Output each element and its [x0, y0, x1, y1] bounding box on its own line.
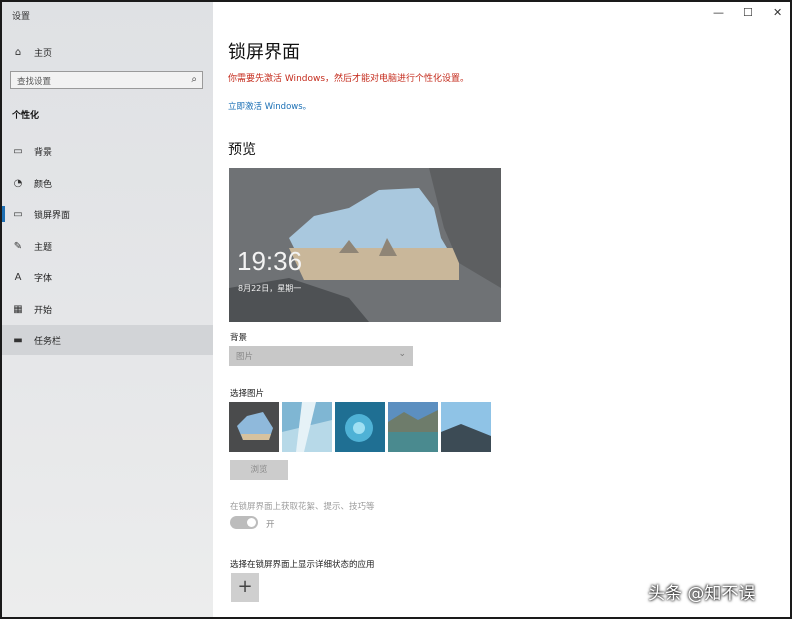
- palette-icon: ◔: [13, 177, 23, 189]
- search-placeholder: 查找设置: [17, 77, 52, 87]
- preview-heading: 预览: [228, 142, 256, 158]
- sidebar-item-label: 主题: [34, 242, 53, 253]
- sidebar-item-label: 字体: [34, 273, 53, 284]
- preview-image: [229, 168, 501, 322]
- picture-thumbnail[interactable]: [335, 402, 385, 452]
- picture-thumbnail[interactable]: [282, 402, 332, 452]
- search-input[interactable]: 查找设置 ⌕: [10, 71, 203, 89]
- fun-facts-toggle[interactable]: [230, 516, 258, 529]
- sidebar-item-label: 任务栏: [34, 336, 62, 347]
- sidebar-item-lockscreen[interactable]: ▭ 锁屏界面: [2, 199, 213, 229]
- main-panel: — ☐ ✕ 锁屏界面 你需要先激活 Windows，然后才能对电脑进行个性化设置…: [213, 2, 790, 617]
- maximize-button[interactable]: ☐: [743, 6, 753, 19]
- fun-facts-label: 在锁屏界面上获取花絮、提示、技巧等: [230, 502, 375, 512]
- ice-thumbnail-image: [282, 402, 332, 452]
- background-dropdown[interactable]: 图片 ⌄: [229, 346, 413, 366]
- page-title: 锁屏界面: [228, 42, 300, 63]
- sidebar-item-label: 开始: [34, 305, 53, 316]
- activate-windows-link[interactable]: 立即激活 Windows。: [228, 100, 311, 112]
- browse-button[interactable]: 浏览: [230, 460, 288, 480]
- activation-warning: 你需要先激活 Windows，然后才能对电脑进行个性化设置。: [228, 74, 470, 84]
- sidebar: 设置 ⌂ 主页 查找设置 ⌕ 个性化 ▭ 背景 ◔ 颜色 ▭ 锁屏界面 ✎ 主题…: [2, 2, 213, 617]
- mountain-thumbnail-image: [441, 402, 491, 452]
- watermark: 头条 @知不误: [648, 584, 756, 604]
- toggle-knob: [247, 518, 256, 527]
- taskbar-icon: ▬: [13, 334, 23, 346]
- sidebar-item-label: 颜色: [34, 179, 53, 190]
- sidebar-item-taskbar[interactable]: ▬ 任务栏: [2, 325, 213, 355]
- background-label: 背景: [230, 333, 248, 343]
- picture-thumbnail[interactable]: [441, 402, 491, 452]
- window-title: 设置: [12, 12, 31, 22]
- search-icon: ⌕: [191, 74, 197, 85]
- toggle-state: 开: [266, 520, 275, 530]
- start-icon: ▦: [13, 303, 23, 315]
- minimize-button[interactable]: —: [713, 6, 724, 19]
- cave-thumbnail-image: [229, 402, 279, 452]
- sidebar-item-home[interactable]: ⌂ 主页: [2, 37, 213, 67]
- section-title: 个性化: [12, 111, 40, 121]
- home-icon: ⌂: [14, 46, 22, 58]
- lake-thumbnail-image: [388, 402, 438, 452]
- close-button[interactable]: ✕: [773, 6, 782, 19]
- image-icon: ▭: [13, 145, 23, 157]
- sidebar-item-fonts[interactable]: A 字体: [2, 262, 213, 292]
- sidebar-item-start[interactable]: ▦ 开始: [2, 294, 213, 324]
- picture-thumbnail[interactable]: [229, 402, 279, 452]
- background-value: 图片: [236, 352, 254, 362]
- sidebar-item-label: 主页: [34, 48, 53, 59]
- brush-icon: ✎: [13, 240, 23, 252]
- preview-time: 19:36: [237, 246, 303, 276]
- lockscreen-icon: ▭: [13, 208, 23, 220]
- sidebar-item-themes[interactable]: ✎ 主题: [2, 231, 213, 261]
- add-app-button[interactable]: +: [231, 573, 259, 602]
- settings-window: 设置 ⌂ 主页 查找设置 ⌕ 个性化 ▭ 背景 ◔ 颜色 ▭ 锁屏界面 ✎ 主题…: [2, 2, 790, 617]
- font-icon: A: [14, 271, 22, 283]
- sidebar-item-background[interactable]: ▭ 背景: [2, 136, 213, 166]
- lockscreen-preview: 19:36 8月22日，星期一: [229, 168, 501, 322]
- detailed-status-label: 选择在锁屏界面上显示详细状态的应用: [230, 560, 375, 570]
- choose-picture-label: 选择图片: [230, 389, 265, 399]
- sidebar-item-colors[interactable]: ◔ 颜色: [2, 168, 213, 198]
- sidebar-item-label: 锁屏界面: [34, 210, 71, 221]
- chevron-down-icon: ⌄: [398, 349, 406, 359]
- picture-thumbnail[interactable]: [388, 402, 438, 452]
- sidebar-item-label: 背景: [34, 147, 53, 158]
- preview-date: 8月22日，星期一: [238, 284, 302, 293]
- water-thumbnail-image: [335, 402, 385, 452]
